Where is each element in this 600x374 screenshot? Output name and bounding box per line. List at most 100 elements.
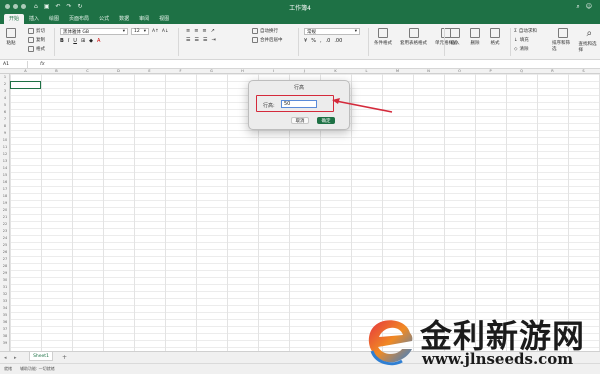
indent-icon[interactable]: ⇥ (211, 37, 215, 43)
align-top-icon[interactable]: ≡ (186, 28, 190, 34)
prev-sheet-icon[interactable]: ◂ (4, 355, 7, 361)
border-icon[interactable]: ⊞ (81, 38, 85, 44)
row-header-32[interactable]: 32 (0, 292, 10, 296)
row-header-39[interactable]: 39 (0, 341, 10, 345)
share-icon[interactable]: ☺ (586, 3, 592, 11)
currency-icon[interactable]: ¥ (304, 38, 307, 44)
row-header-9[interactable]: 9 (0, 131, 10, 135)
column-header-q[interactable]: Q (506, 69, 537, 73)
clear-button[interactable]: ◇ 清除 (514, 46, 537, 53)
font-color-icon[interactable]: A (97, 38, 100, 44)
delete-cells-button[interactable]: 删除 (470, 28, 480, 46)
column-header-p[interactable]: P (475, 69, 506, 73)
conditional-format-button[interactable]: 条件格式 (374, 28, 392, 46)
align-bottom-icon[interactable]: ≡ (202, 28, 206, 34)
column-header-m[interactable]: M (382, 69, 413, 73)
comma-icon[interactable]: , (320, 38, 322, 44)
row-height-input[interactable]: 50 (281, 100, 317, 108)
cut-button[interactable]: 剪切 (28, 28, 45, 34)
fill-color-icon[interactable]: ◆ (89, 38, 93, 44)
tab-insert[interactable]: 插入 (24, 14, 44, 24)
row-header-24[interactable]: 24 (0, 236, 10, 240)
row-header-18[interactable]: 18 (0, 194, 10, 198)
row-header-26[interactable]: 26 (0, 250, 10, 254)
align-middle-icon[interactable]: ≡ (194, 28, 198, 34)
tab-formulas[interactable]: 公式 (94, 14, 114, 24)
row-header-27[interactable]: 27 (0, 257, 10, 261)
row-header-29[interactable]: 29 (0, 271, 10, 275)
tab-view[interactable]: 视图 (154, 14, 174, 24)
increase-decimal-icon[interactable]: .0 (326, 38, 331, 44)
tab-home[interactable]: 开始 (4, 14, 25, 24)
cancel-button[interactable]: 取消 (291, 117, 309, 124)
row-header-37[interactable]: 37 (0, 327, 10, 331)
copy-button[interactable]: 复制 (28, 37, 45, 43)
column-header-h[interactable]: H (227, 69, 258, 73)
find-select-button[interactable]: ⌕ 查找和选择 (579, 28, 600, 53)
row-header-22[interactable]: 22 (0, 222, 10, 226)
row-header-12[interactable]: 12 (0, 152, 10, 156)
font-name-select[interactable]: 黑体雅体 GB ▾ (60, 28, 128, 35)
align-center-icon[interactable]: ☰ (194, 37, 198, 43)
font-shrink-icon[interactable]: A↓ (162, 28, 169, 35)
row-header-7[interactable]: 7 (0, 117, 10, 121)
name-box[interactable]: A1 (0, 60, 28, 68)
row-header-14[interactable]: 14 (0, 166, 10, 170)
column-header-g[interactable]: G (196, 69, 227, 73)
accessibility-status[interactable]: 辅助功能: 一切就绪 (20, 366, 55, 372)
tab-page-layout[interactable]: 页面布局 (64, 14, 94, 24)
column-header-c[interactable]: C (72, 69, 103, 73)
align-right-icon[interactable]: ☰ (203, 37, 207, 43)
row-header-8[interactable]: 8 (0, 124, 10, 128)
column-header-k[interactable]: K (320, 69, 351, 73)
decrease-decimal-icon[interactable]: .00 (334, 38, 342, 44)
autosum-button[interactable]: Σ 自动求和 (514, 28, 537, 35)
row-header-23[interactable]: 23 (0, 229, 10, 233)
tab-draw[interactable]: 绘图 (44, 14, 64, 24)
row-header-11[interactable]: 11 (0, 145, 10, 149)
sort-filter-button[interactable]: 排序和筛选 (552, 28, 574, 53)
paste-button[interactable]: 粘贴 (6, 28, 16, 46)
row-header-6[interactable]: 6 (0, 110, 10, 114)
row-header-2[interactable]: 2 (0, 82, 10, 86)
row-header-33[interactable]: 33 (0, 299, 10, 303)
add-sheet-button[interactable]: + (62, 354, 67, 361)
fill-button[interactable]: ↓ 填充 (514, 37, 537, 44)
row-header-15[interactable]: 15 (0, 173, 10, 177)
ok-button[interactable]: 确定 (317, 117, 335, 124)
font-size-select[interactable]: 12 ▾ (131, 28, 149, 35)
row-header-1[interactable]: 1 (0, 75, 10, 79)
active-cell[interactable] (10, 81, 41, 89)
underline-icon[interactable]: U (73, 38, 77, 44)
row-header-28[interactable]: 28 (0, 264, 10, 268)
row-header-17[interactable]: 17 (0, 187, 10, 191)
row-header-10[interactable]: 10 (0, 138, 10, 142)
orientation-icon[interactable]: ↗ (211, 28, 215, 34)
fx-icon[interactable]: fx (40, 61, 45, 67)
sheet-tab-sheet1[interactable]: Sheet1 (29, 352, 53, 361)
row-header-34[interactable]: 34 (0, 306, 10, 310)
insert-cells-button[interactable]: 插入 (450, 28, 460, 46)
italic-icon[interactable]: I (68, 38, 69, 44)
bold-icon[interactable]: B (60, 38, 64, 44)
row-header-21[interactable]: 21 (0, 215, 10, 219)
number-format-select[interactable]: 常规 ▾ (304, 28, 360, 35)
column-header-b[interactable]: B (41, 69, 72, 73)
row-header-19[interactable]: 19 (0, 201, 10, 205)
row-header-13[interactable]: 13 (0, 159, 10, 163)
font-grow-icon[interactable]: A↑ (152, 28, 159, 35)
column-header-a[interactable]: A (10, 69, 41, 73)
column-header-o[interactable]: O (444, 69, 475, 73)
merge-center-button[interactable]: 合并后居中 (252, 37, 283, 43)
row-header-30[interactable]: 30 (0, 278, 10, 282)
formula-input[interactable] (49, 61, 600, 68)
column-header-f[interactable]: F (165, 69, 196, 73)
row-header-31[interactable]: 31 (0, 285, 10, 289)
search-icon[interactable]: ⌕ (576, 3, 579, 11)
row-header-3[interactable]: 3 (0, 89, 10, 93)
row-header-38[interactable]: 38 (0, 334, 10, 338)
row-header-36[interactable]: 36 (0, 320, 10, 324)
row-header-5[interactable]: 5 (0, 103, 10, 107)
tab-data[interactable]: 数据 (114, 14, 134, 24)
column-header-j[interactable]: J (289, 69, 320, 73)
